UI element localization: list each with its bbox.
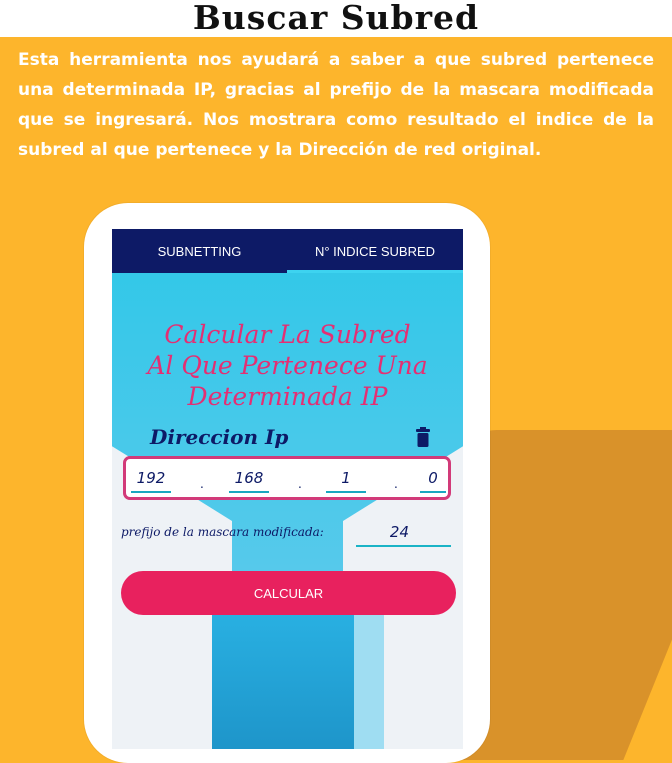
ip-separator: .: [394, 477, 398, 491]
intro-text: Esta herramienta nos ayudará a saber a q…: [18, 50, 654, 160]
prefix-label: prefijo de la mascara modificada:: [121, 525, 324, 539]
hero-title-line: Calcular La Subred: [164, 320, 411, 349]
ip-octet-3[interactable]: [326, 465, 366, 493]
ip-octet-2[interactable]: [229, 465, 269, 493]
ip-octet-4[interactable]: [420, 465, 446, 493]
active-tab-indicator: [287, 270, 463, 273]
hero-title-line: Al Que Pertenece Una: [147, 351, 428, 380]
ip-octet-1[interactable]: [131, 465, 171, 493]
tab-subnetting[interactable]: SUBNETTING: [112, 229, 287, 273]
trash-icon[interactable]: [416, 427, 430, 447]
ip-section-label: Direccion Ip: [150, 425, 289, 449]
app-screen: SUBNETTING N° INDICE SUBRED Calcular La …: [112, 229, 463, 749]
tab-indice-subred[interactable]: N° INDICE SUBRED: [287, 229, 463, 273]
app-tab-bar: SUBNETTING N° INDICE SUBRED: [112, 229, 463, 273]
page-title: Buscar Subred: [192, 0, 480, 37]
calculate-button[interactable]: CALCULAR: [121, 571, 456, 615]
ip-address-group: . . .: [123, 456, 451, 500]
hero-title-line: Determinada IP: [187, 382, 388, 411]
decor-column-light: [354, 609, 384, 749]
ip-separator: .: [298, 477, 302, 491]
prefix-input[interactable]: [356, 519, 451, 547]
hero-title: Calcular La Subred Al Que Pertenece Una …: [112, 319, 463, 412]
ip-separator: .: [200, 477, 204, 491]
